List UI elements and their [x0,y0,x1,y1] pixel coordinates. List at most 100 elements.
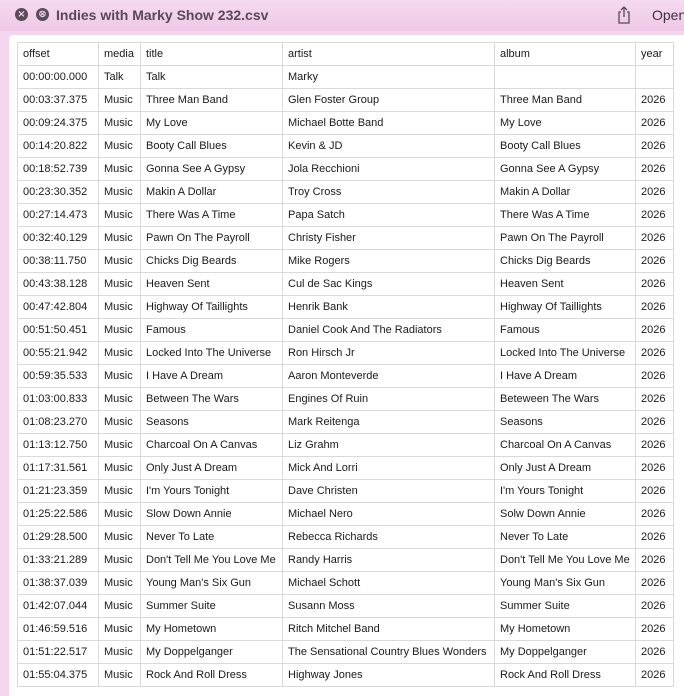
cell-title: Chicks Dig Beards [140,249,283,273]
cell-title: Highway Of Taillights [140,295,283,319]
cell-offset: 01:13:12.750 [17,433,99,457]
cell-title: Pawn On The Payroll [140,226,283,250]
cell-title: I'm Yours Tonight [140,479,283,503]
cell-album: Heaven Sent [494,272,636,296]
cell-album: Only Just A Dream [494,456,636,480]
cell-album: There Was A Time [494,203,636,227]
cell-album: I Have A Dream [494,364,636,388]
cell-album: My Doppelganger [494,640,636,664]
cell-year: 2026 [635,571,674,595]
cell-artist: Mick And Lorri [282,456,495,480]
table-row: 01:51:22.517 Music My Doppelganger The Sens… [17,640,674,664]
cell-year: 2026 [635,157,674,181]
cell-media: Music [98,134,141,158]
fullscreen-icon[interactable]: ⊗ [36,8,49,21]
table-row: 00:47:42.804 Music Highway Of Taillights He… [17,295,674,319]
cell-offset: 00:18:52.739 [17,157,99,181]
table-row: 00:27:14.473 Music There Was A Time Papa Sa… [17,203,674,227]
cell-artist: Aaron Monteverde [282,364,495,388]
cell-album: Pawn On The Payroll [494,226,636,250]
table-row: 01:13:12.750 Music Charcoal On A Canvas Liz… [17,433,674,457]
close-window-icon[interactable]: × [15,8,28,21]
cell-offset: 00:09:24.375 [17,111,99,135]
cell-year: 2026 [635,88,674,112]
cell-offset: 00:14:20.822 [17,134,99,158]
share-icon[interactable] [616,5,632,25]
cell-year: 2026 [635,663,674,687]
table-row: 00:43:38.128 Music Heaven Sent Cul de Sac K… [17,272,674,296]
cell-title: Locked Into The Universe [140,341,283,365]
cell-artist: Glen Foster Group [282,88,495,112]
cell-title: Between The Wars [140,387,283,411]
cell-year: 2026 [635,341,674,365]
cell-album: Young Man's Six Gun [494,571,636,595]
table-row: 00:00:00.000 Talk Talk Marky [17,65,674,89]
cell-title: Charcoal On A Canvas [140,433,283,457]
cell-title: My Love [140,111,283,135]
cell-offset: 01:46:59.516 [17,617,99,641]
cell-offset: 01:21:23.359 [17,479,99,503]
cell-album: Highway Of Taillights [494,295,636,319]
cell-artist: Highway Jones [282,663,495,687]
cell-album: Solw Down Annie [494,502,636,526]
csv-preview[interactable]: offset media title artist album year 00:00:00… [9,35,684,696]
cell-year: 2026 [635,410,674,434]
window-title: Indies with Marky Show 232.csv [56,7,269,23]
cell-offset: 00:51:50.451 [17,318,99,342]
cell-offset: 00:38:11.750 [17,249,99,273]
cell-album: Beteween The Wars [494,387,636,411]
table-row: 00:03:37.375 Music Three Man Band Glen Fost… [17,88,674,112]
cell-artist: Ritch Mitchel Band [282,617,495,641]
cell-title: My Hometown [140,617,283,641]
table-row: 01:08:23.270 Music Seasons Mark Reitenga Sea… [17,410,674,434]
cell-offset: 00:03:37.375 [17,88,99,112]
table-row: 00:14:20.822 Music Booty Call Blues Kevin &… [17,134,674,158]
cell-title: Gonna See A Gypsy [140,157,283,181]
cell-offset: 00:55:21.942 [17,341,99,365]
cell-title: Summer Suite [140,594,283,618]
cell-title: Talk [140,65,283,89]
cell-year: 2026 [635,640,674,664]
cell-offset: 01:08:23.270 [17,410,99,434]
cell-media: Music [98,663,141,687]
table-row: 01:42:07.044 Music Summer Suite Susann Moss… [17,594,674,618]
cell-artist: Michael Botte Band [282,111,495,135]
cell-title: I Have A Dream [140,364,283,388]
cell-artist: Kevin & JD [282,134,495,158]
cell-media: Music [98,249,141,273]
cell-album: Famous [494,318,636,342]
cell-year: 2026 [635,502,674,526]
table-row: 01:33:21.289 Music Don't Tell Me You Love … [17,548,674,572]
title-bar: × ⊗ Indies with Marky Show 232.csv Open [0,0,684,31]
cell-title: Don't Tell Me You Love Me [140,548,283,572]
cell-year: 2026 [635,295,674,319]
cell-year: 2026 [635,111,674,135]
cell-album: Gonna See A Gypsy [494,157,636,181]
cell-offset: 00:27:14.473 [17,203,99,227]
cell-media: Music [98,594,141,618]
column-header-year: year [635,42,674,66]
cell-media: Music [98,318,141,342]
cell-year: 2026 [635,479,674,503]
cell-artist: Engines Of Ruin [282,387,495,411]
table-row: 01:17:31.561 Music Only Just A Dream Mick A… [17,456,674,480]
cell-title: Seasons [140,410,283,434]
open-with-button[interactable]: Open [652,7,684,23]
table-row: 00:55:21.942 Music Locked Into The Univers… [17,341,674,365]
cell-artist: Marky [282,65,495,89]
cell-artist: Daniel Cook And The Radiators [282,318,495,342]
cell-album: Charcoal On A Canvas [494,433,636,457]
cell-artist: Papa Satch [282,203,495,227]
column-header-media: media [98,42,141,66]
cell-media: Music [98,88,141,112]
cell-album: Seasons [494,410,636,434]
cell-album: Don't Tell Me You Love Me [494,548,636,572]
cell-title: There Was A Time [140,203,283,227]
cell-album: Rock And Roll Dress [494,663,636,687]
cell-offset: 00:00:00.000 [17,65,99,89]
cell-year: 2026 [635,525,674,549]
cell-artist: Mike Rogers [282,249,495,273]
cell-year: 2026 [635,548,674,572]
cell-title: Never To Late [140,525,283,549]
cell-title: Rock And Roll Dress [140,663,283,687]
